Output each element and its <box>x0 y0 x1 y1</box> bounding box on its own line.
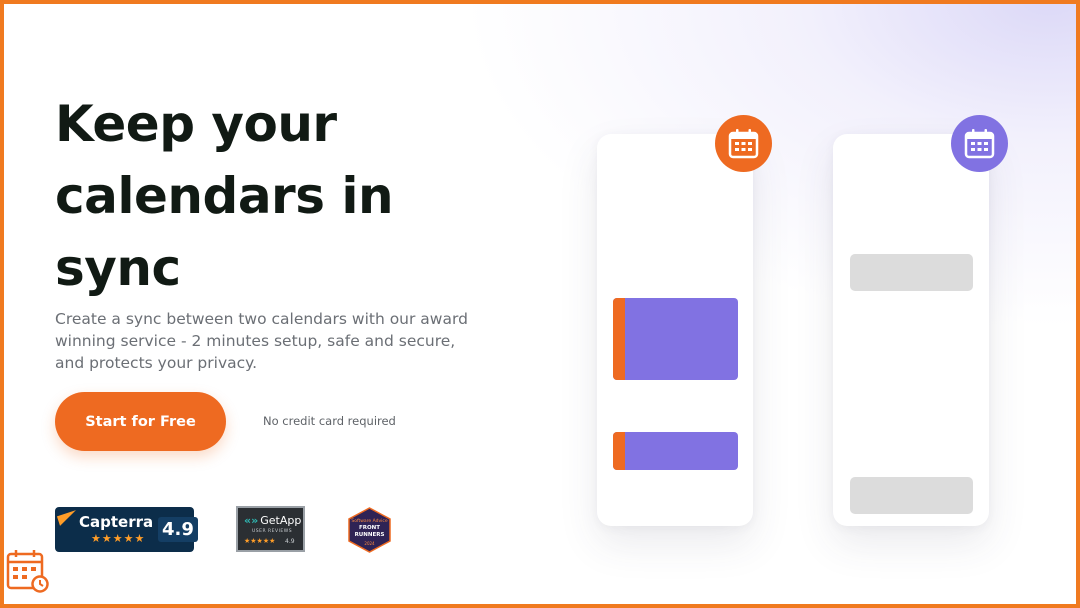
purple-calendar-badge <box>951 115 1008 172</box>
software-advice-badge[interactable]: Software Advice FRONT RUNNERS 2024 <box>347 507 392 553</box>
getapp-name: GetApp <box>260 514 302 527</box>
no-credit-card-note: No credit card required <box>263 414 396 428</box>
calendar-icon <box>964 129 995 159</box>
getapp-stars: ★★★★★ <box>244 538 276 545</box>
placeholder-event-block <box>850 254 973 291</box>
capterra-rating: 4.9 <box>158 517 198 542</box>
calendar-event-block <box>613 432 738 470</box>
getapp-badge[interactable]: «» GetApp USER REVIEWS ★★★★★ 4.9 <box>236 506 305 552</box>
getapp-caption: USER REVIEWS <box>252 529 293 534</box>
front-runners-label: FRONT RUNNERS <box>354 525 385 538</box>
corner-calendar-logo <box>6 548 50 599</box>
getapp-logo: «» GetApp <box>244 514 301 527</box>
hero-subtitle: Create a sync between two calendars with… <box>55 310 468 372</box>
start-for-free-button[interactable]: Start for Free <box>55 392 226 451</box>
orange-calendar-badge <box>715 115 772 172</box>
calendar-icon <box>728 129 759 159</box>
right-calendar-card <box>833 134 989 526</box>
software-advice-label: Software Advice <box>351 519 388 524</box>
capterra-arrow-icon <box>56 510 80 526</box>
getapp-chevron-icon: «» <box>244 514 259 527</box>
capterra-logo: Capterra <box>79 513 154 531</box>
capterra-badge[interactable]: Capterra ★★★★★ 4.9 <box>55 507 198 552</box>
placeholder-event-block <box>850 477 973 514</box>
badge-year: 2024 <box>364 541 375 546</box>
calendar-sync-icon <box>6 550 49 593</box>
calendar-event-block <box>613 298 738 380</box>
hero-title: Keep your calendars in sync <box>55 95 394 297</box>
getapp-rating: 4.9 <box>285 538 295 545</box>
capterra-stars: ★★★★★ <box>91 533 146 545</box>
